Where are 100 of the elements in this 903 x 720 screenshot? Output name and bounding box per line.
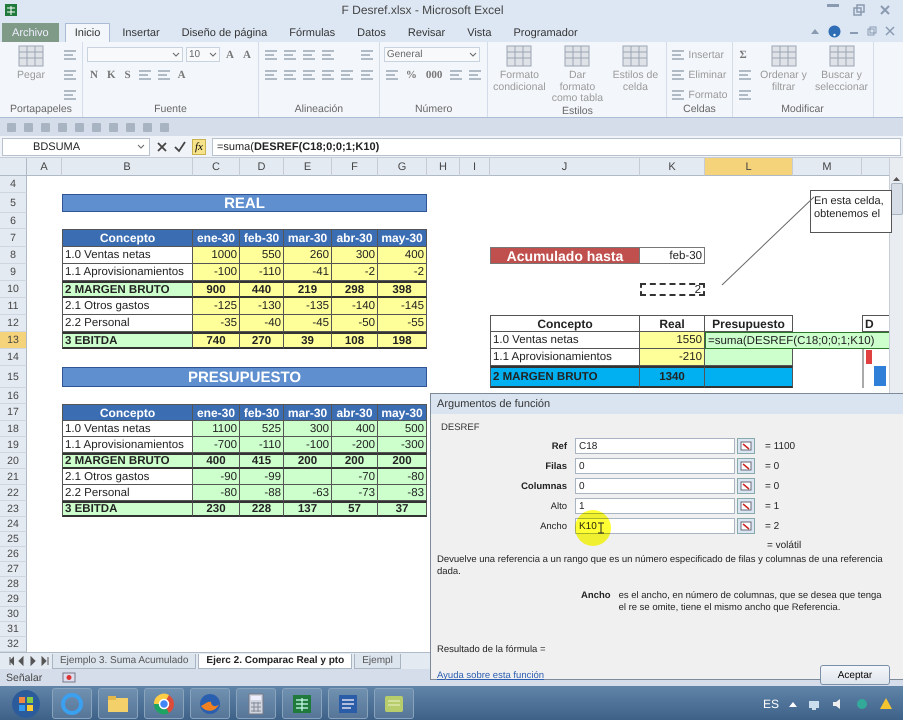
toolbar-button[interactable] [467, 68, 484, 82]
insert-function-button[interactable]: fx [192, 138, 206, 154]
toolbar-button[interactable] [300, 68, 317, 82]
toolbar-button[interactable] [384, 68, 400, 82]
toolbar-button[interactable]: K [104, 68, 119, 80]
column-header[interactable]: I [460, 158, 490, 176]
column-header[interactable]: F [332, 158, 378, 176]
row-header[interactable]: 26 [0, 547, 27, 562]
column-header[interactable]: B [62, 158, 193, 176]
toolbar-button[interactable] [136, 68, 153, 82]
dropdown-field[interactable]: General [384, 47, 480, 62]
dropdown-field[interactable] [87, 47, 183, 62]
row-header[interactable]: 12 [0, 315, 27, 332]
input-field[interactable]: 0 [575, 458, 735, 474]
toolbar-button[interactable] [300, 48, 317, 62]
row-header[interactable]: 23 [0, 501, 27, 517]
toolbar-button[interactable]: 000 [422, 68, 446, 80]
input-field[interactable]: 0 [575, 478, 735, 494]
language-indicator[interactable]: ES [762, 696, 779, 710]
collapse-button[interactable] [737, 478, 755, 494]
toolbar-button[interactable] [282, 68, 298, 82]
row-header[interactable]: 5 [0, 193, 27, 213]
row-header[interactable]: 21 [0, 469, 27, 485]
ribbon-tab[interactable]: Programador [503, 23, 588, 42]
row-header[interactable]: 31 [0, 622, 27, 637]
sheet-tab[interactable]: Ejemplo 3. Suma Acumulado [52, 654, 196, 668]
toolbar-button[interactable] [448, 68, 464, 82]
toolbar-button[interactable] [156, 68, 172, 82]
row-header[interactable]: 16 [0, 388, 27, 404]
select-all-button[interactable] [0, 158, 27, 176]
ribbon-tab[interactable]: Vista [457, 23, 502, 42]
row-header[interactable]: 29 [0, 592, 27, 607]
collapse-button[interactable] [737, 438, 755, 454]
row-header[interactable]: 18 [0, 421, 27, 437]
toolbar-button[interactable] [262, 68, 279, 82]
taskbar-button[interactable] [328, 688, 368, 719]
help-link[interactable]: Ayuda sobre esta función [437, 670, 544, 680]
column-header[interactable]: J [490, 158, 640, 176]
ok-button[interactable]: Aceptar [820, 665, 890, 685]
toolbar-button[interactable]: A [174, 68, 189, 80]
column-header[interactable]: D [240, 158, 284, 176]
ribbon-tab[interactable]: Diseño de página [172, 23, 278, 42]
input-field[interactable]: C18 [575, 438, 735, 454]
taskbar-button[interactable] [98, 688, 138, 719]
taskbar-button[interactable] [236, 688, 276, 719]
column-header[interactable]: K [640, 158, 705, 176]
row-header[interactable]: 4 [0, 176, 27, 193]
row-header[interactable]: 27 [0, 562, 27, 577]
taskbar-button[interactable] [190, 688, 230, 719]
column-header[interactable]: H [427, 158, 460, 176]
input-field[interactable]: 1 [575, 498, 735, 514]
cell-editor[interactable]: =suma(DESREF(C18;0;0;1;K10) [705, 332, 890, 349]
name-box[interactable]: BDSUMA [2, 138, 150, 156]
ribbon-tab[interactable]: Fórmulas [279, 23, 346, 42]
row-header[interactable]: 8 [0, 247, 27, 264]
row-header[interactable]: 32 [0, 637, 27, 652]
row-header[interactable]: 30 [0, 607, 27, 622]
toolbar-button[interactable] [736, 88, 752, 102]
column-header[interactable]: A [27, 158, 62, 176]
column-header[interactable]: M [793, 158, 862, 176]
row-header[interactable]: 11 [0, 298, 27, 315]
toolbar-button[interactable] [338, 68, 355, 82]
row-header[interactable]: 20 [0, 453, 27, 469]
toolbar-button[interactable] [320, 48, 336, 62]
toolbar-button[interactable] [736, 68, 752, 82]
row-header[interactable]: 10 [0, 281, 27, 298]
taskbar-button[interactable] [282, 688, 322, 719]
row-header[interactable]: 25 [0, 532, 27, 547]
toolbar-button[interactable] [358, 48, 375, 62]
column-header[interactable]: L [705, 158, 793, 176]
row-header[interactable]: 15 [0, 366, 27, 388]
formula-field[interactable]: =suma(DESREF(C18;0;0;1;K10) [212, 138, 901, 156]
taskbar-button[interactable] [374, 688, 414, 719]
collapse-button[interactable] [737, 498, 755, 514]
ribbon-tab[interactable]: Insertar [112, 23, 170, 42]
row-header[interactable]: 17 [0, 404, 27, 421]
toolbar-button[interactable]: A [240, 48, 254, 60]
toolbar-button[interactable] [358, 68, 375, 82]
ribbon-tab[interactable]: Inicio [64, 23, 110, 42]
row-header[interactable]: 14 [0, 349, 27, 366]
row-header[interactable]: 6 [0, 213, 27, 229]
toolbar-button[interactable] [262, 48, 279, 62]
toolbar-button[interactable] [282, 48, 298, 62]
row-header[interactable]: 22 [0, 485, 27, 501]
toolbar-button[interactable] [62, 48, 78, 62]
toolbar-button[interactable]: S [122, 68, 134, 80]
dropdown-field[interactable]: 10 [186, 47, 220, 62]
toolbar-button[interactable]: A [223, 48, 237, 60]
toolbar-button[interactable]: Σ [736, 48, 750, 60]
column-header[interactable]: E [284, 158, 332, 176]
toolbar-button[interactable] [62, 68, 78, 82]
collapse-button[interactable] [737, 458, 755, 474]
row-header[interactable]: 19 [0, 437, 27, 453]
row-header[interactable]: 28 [0, 577, 27, 592]
ribbon-tab[interactable]: Revisar [398, 23, 456, 42]
taskbar-button[interactable] [144, 688, 184, 719]
row-header[interactable]: 7 [0, 229, 27, 247]
column-header[interactable]: C [193, 158, 240, 176]
collapse-button[interactable] [737, 518, 755, 534]
row-header[interactable]: 13 [0, 332, 27, 349]
